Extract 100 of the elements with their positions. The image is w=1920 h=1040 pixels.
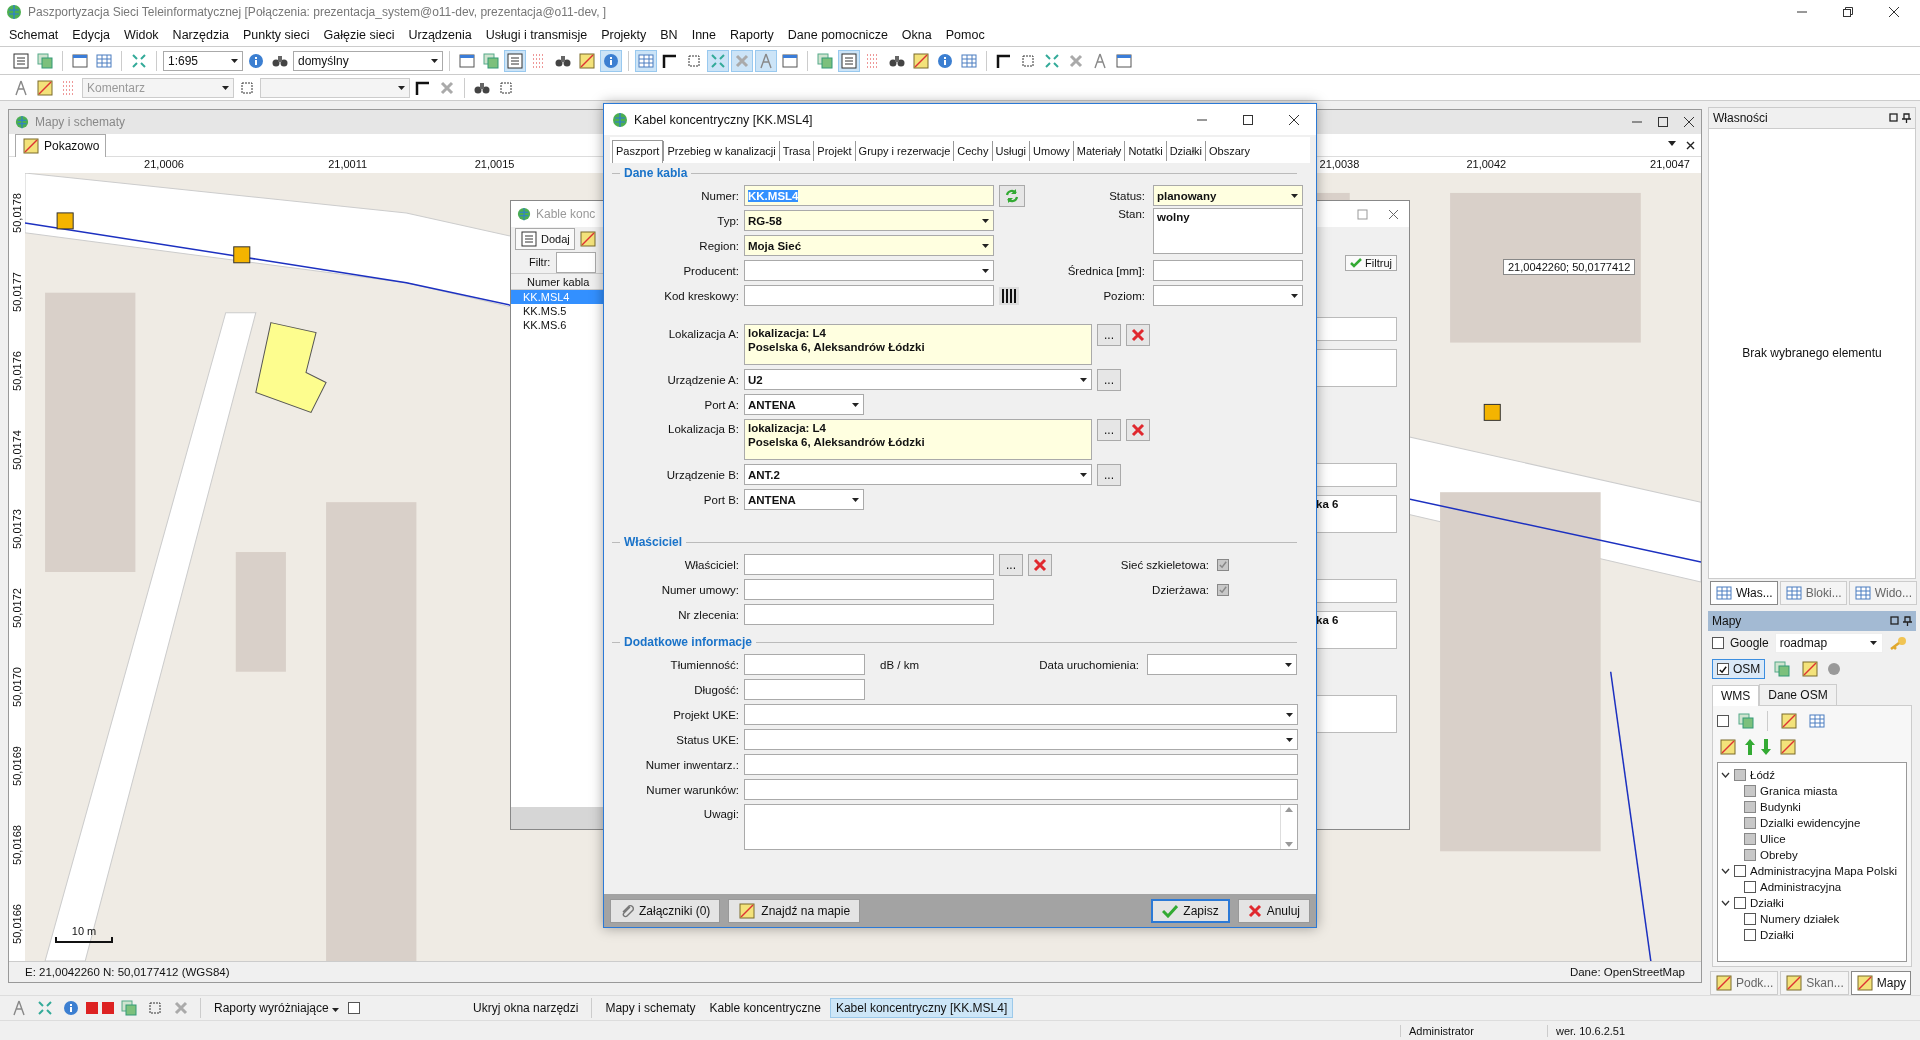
layer-label[interactable]: Ulice	[1760, 833, 1786, 846]
dropdown-field[interactable]: ANT.2	[744, 464, 1092, 485]
checkbox[interactable]	[1744, 817, 1756, 830]
remove-button[interactable]	[1126, 419, 1150, 441]
window-icon[interactable]	[1890, 615, 1899, 625]
layer-label[interactable]: Granica miasta	[1760, 785, 1838, 798]
dialog-tab[interactable]: Trasa	[778, 141, 814, 161]
dialog-tab[interactable]: Przebieg w kanalizacji	[663, 141, 779, 161]
device-marker[interactable]	[1483, 403, 1501, 421]
scale-dropdown[interactable]: 1:695	[163, 50, 243, 71]
dropdown-field[interactable]: planowany	[1153, 185, 1303, 206]
window-tab[interactable]: Kabel koncentryczny [KK.MSL4]	[829, 998, 1014, 1018]
dropdown-field[interactable]: ANTENA	[744, 489, 864, 510]
menu-item[interactable]: Projekty	[594, 26, 654, 44]
notes-field[interactable]	[744, 804, 1298, 850]
reports-dropdown[interactable]: Raporty wyróżniające	[209, 999, 345, 1017]
checkbox[interactable]	[1744, 833, 1756, 846]
dropdown-field[interactable]	[744, 729, 1298, 750]
cable-line[interactable]	[1609, 671, 1652, 961]
dialog-tab[interactable]: Obszary	[1205, 141, 1253, 161]
dialog-tab[interactable]: Działki	[1165, 141, 1206, 161]
menu-item[interactable]: BN	[653, 26, 685, 44]
dialog-tab[interactable]: Materiały	[1072, 141, 1125, 161]
menu-item[interactable]: Gałęzie sieci	[316, 26, 402, 44]
browse-button[interactable]: ...	[1097, 368, 1121, 391]
layer-label[interactable]: Działki	[1750, 897, 1784, 910]
dropdown-field[interactable]: ANTENA	[744, 394, 864, 415]
pin-icon[interactable]	[1903, 615, 1912, 626]
checkbox[interactable]	[1217, 558, 1229, 571]
close-icon[interactable]	[1888, 6, 1900, 18]
input-field[interactable]	[744, 285, 994, 306]
layer-label[interactable]: Dzialki ewidencyjne	[1760, 817, 1861, 830]
input-field[interactable]	[744, 754, 1298, 775]
checkbox[interactable]	[1744, 881, 1756, 894]
map-tab[interactable]: Pokazowo	[15, 133, 107, 157]
input-field[interactable]	[744, 554, 994, 575]
scroll-up-icon[interactable]	[1285, 807, 1293, 812]
dropdown-field[interactable]	[744, 260, 994, 281]
dialog-tab[interactable]: Notatki	[1124, 141, 1166, 161]
dialog-tab[interactable]: Umowy	[1029, 141, 1073, 161]
input-field[interactable]	[1316, 317, 1397, 341]
pin-icon[interactable]	[1902, 112, 1911, 123]
checkbox[interactable]	[1217, 583, 1229, 596]
input-field[interactable]	[1153, 260, 1303, 281]
refresh-button[interactable]	[999, 184, 1025, 207]
add-button[interactable]: Dodaj	[515, 228, 575, 250]
panel-tab[interactable]: WMS	[1712, 685, 1760, 707]
menu-item[interactable]: Schemat	[2, 26, 66, 44]
menu-item[interactable]: Usługi i transmisje	[478, 26, 595, 44]
table-row[interactable]: KK.MS.5	[511, 304, 604, 318]
close-icon[interactable]	[1288, 113, 1300, 126]
panel-tab[interactable]: Włas...	[1710, 580, 1778, 605]
input-field[interactable]	[744, 654, 865, 675]
checkbox[interactable]	[1734, 897, 1746, 910]
dialog-tab[interactable]: Paszport	[612, 140, 664, 163]
dropdown-field[interactable]: Moja Sieć	[744, 235, 994, 256]
input-field[interactable]	[744, 679, 865, 700]
dialog-tab[interactable]: Projekt	[813, 141, 855, 161]
layer-label[interactable]: Działki	[1760, 929, 1794, 942]
maximize-icon[interactable]	[1242, 113, 1254, 126]
dropdown-field[interactable]	[260, 77, 410, 98]
map-type-dropdown[interactable]: roadmap	[1774, 633, 1883, 654]
input-field[interactable]	[744, 604, 994, 625]
menu-item[interactable]: Okna	[894, 26, 939, 44]
caret-icon[interactable]	[1668, 140, 1676, 146]
dropdown-field[interactable]: RG-58	[744, 210, 994, 231]
close-icon[interactable]	[1686, 140, 1695, 150]
panel-tab[interactable]: Wido...	[1848, 580, 1918, 605]
input-field[interactable]: ka 6	[1316, 611, 1397, 649]
filter-button[interactable]: Filtruj	[1345, 255, 1397, 271]
key-icon[interactable]	[1888, 636, 1907, 651]
window-tab[interactable]: Mapy i schematy	[600, 999, 701, 1017]
panel-tab[interactable]: Podk...	[1710, 971, 1779, 995]
chevron-down-icon[interactable]	[1720, 900, 1730, 907]
menu-item[interactable]: Punkty sieci	[235, 26, 317, 44]
dropdown-field[interactable]	[744, 704, 1298, 725]
browse-button[interactable]: ...	[1097, 419, 1121, 441]
checkbox[interactable]	[1744, 849, 1756, 862]
panel-tab[interactable]: Mapy	[1850, 971, 1912, 995]
location-field[interactable]: lokalizacja: L4 Poselska 6, Aleksandrów Łódzki	[744, 324, 1092, 365]
window-icon[interactable]	[1889, 112, 1898, 122]
location-field[interactable]: lokalizacja: L4 Poselska 6, Aleksandrów Łódzki	[744, 419, 1092, 460]
browse-button[interactable]: ...	[1097, 463, 1121, 486]
layer-label[interactable]: Administracyjna Mapa Polski	[1750, 865, 1897, 878]
hide-tools-button[interactable]: Ukryj okna narzędzi	[468, 999, 584, 1017]
menu-item[interactable]: Inne	[684, 26, 723, 44]
menu-item[interactable]: Widok	[116, 26, 166, 44]
style-dropdown[interactable]: domyślny	[293, 50, 443, 71]
input-field[interactable]	[744, 779, 1298, 800]
find-on-map-button[interactable]: Znajdź na mapie	[728, 898, 861, 923]
close-icon[interactable]	[1683, 116, 1695, 128]
chevron-down-icon[interactable]	[1720, 772, 1730, 779]
dropdown-field[interactable]: U2	[744, 369, 1092, 390]
menu-item[interactable]: Dane pomocnicze	[780, 26, 895, 44]
barcode-icon[interactable]	[999, 286, 1019, 305]
menu-item[interactable]: Urządzenia	[401, 26, 479, 44]
menu-item[interactable]: Narzędzia	[165, 26, 236, 44]
restore-icon[interactable]	[1842, 6, 1854, 18]
browse-button[interactable]: ...	[999, 553, 1023, 576]
checkbox[interactable]	[1712, 637, 1724, 650]
